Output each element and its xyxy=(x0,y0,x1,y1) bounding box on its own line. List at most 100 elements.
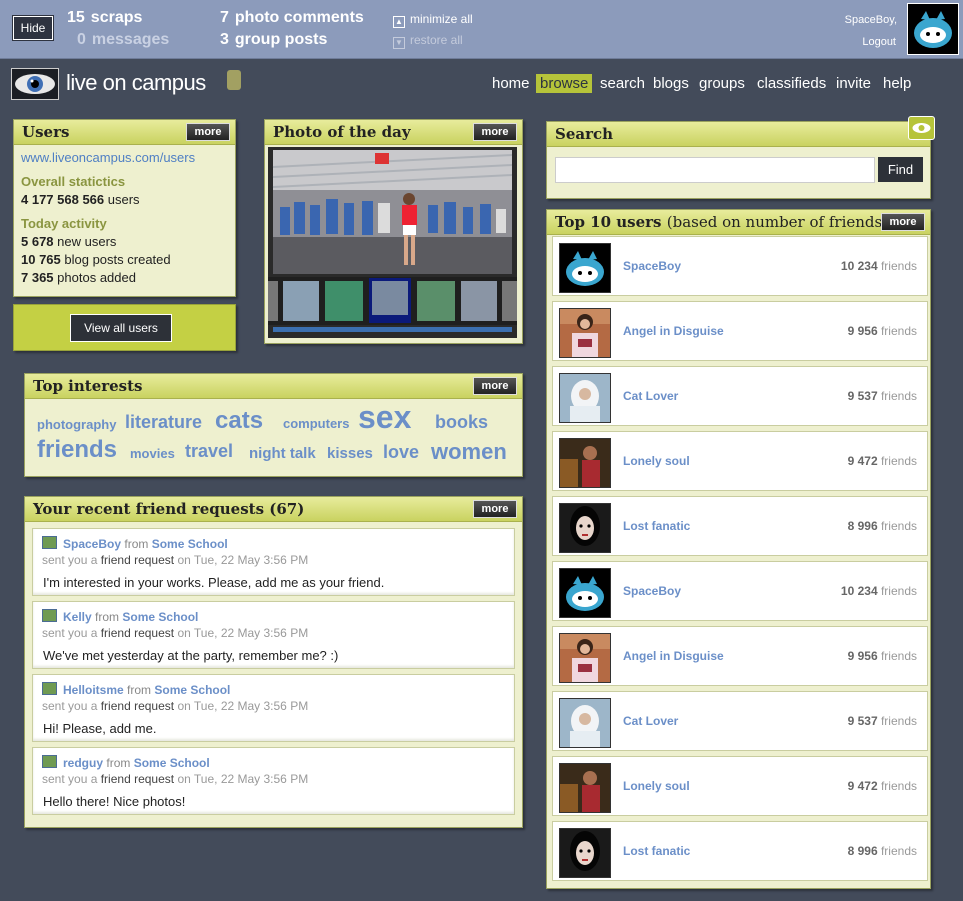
friend-request-card[interactable]: redguy from Some School sent you a frien… xyxy=(32,747,515,815)
interest-tag[interactable]: love xyxy=(383,442,419,463)
photo-more-button[interactable]: more xyxy=(473,123,517,141)
sent-date: on Tue, 22 May 3:56 PM xyxy=(177,553,309,567)
top-user-row[interactable]: Cat Lover 9 537 friends xyxy=(552,691,928,751)
users-more-button[interactable]: more xyxy=(186,123,230,141)
overall-users-line: 4 177 568 566 users xyxy=(21,191,235,209)
request-school-link[interactable]: Some School xyxy=(134,756,210,770)
interest-tag[interactable]: movies xyxy=(130,446,175,461)
top-user-row[interactable]: Lost fanatic 8 996 friends xyxy=(552,496,928,556)
user-avatar[interactable] xyxy=(559,503,611,553)
nav-invite[interactable]: invite xyxy=(836,75,871,92)
user-avatar[interactable] xyxy=(559,568,611,618)
user-avatar[interactable] xyxy=(559,633,611,683)
top-user-name-link[interactable]: Lost fanatic xyxy=(623,844,690,858)
request-school-link[interactable]: Some School xyxy=(154,683,230,697)
new-users-suffix: new users xyxy=(57,234,117,249)
top-user-row[interactable]: SpaceBoy 10 234 friends xyxy=(552,561,928,621)
nav-help[interactable]: help xyxy=(883,75,911,92)
interest-tag-cloud: photography literature cats computers se… xyxy=(25,399,522,476)
interest-tag[interactable]: photography xyxy=(37,417,116,432)
interest-tag[interactable]: travel xyxy=(185,441,233,462)
request-user-link[interactable]: redguy xyxy=(63,756,103,770)
interests-more-button[interactable]: more xyxy=(473,377,517,395)
request-school-link[interactable]: Some School xyxy=(122,610,198,624)
restore-all-link[interactable]: ▼ restore all xyxy=(393,33,463,49)
friend-request-card[interactable]: SpaceBoy from Some School sent you a fri… xyxy=(32,528,515,596)
nav-search[interactable]: search xyxy=(600,75,645,92)
site-logo-text[interactable]: live on campus xyxy=(66,70,206,96)
interest-tag[interactable]: night talk xyxy=(249,445,316,462)
top-user-row[interactable]: Cat Lover 9 537 friends xyxy=(552,366,928,426)
group-posts-link[interactable]: 3 group posts xyxy=(220,31,327,49)
user-avatar[interactable] xyxy=(559,763,611,813)
top-users-panel-title: Top 10 users (based on number of friends… xyxy=(555,213,888,231)
friends-word: friends xyxy=(880,779,917,793)
user-avatar[interactable] xyxy=(559,828,611,878)
request-user-link[interactable]: Helloitsme xyxy=(63,683,124,697)
overall-users-suffix: users xyxy=(107,192,140,207)
interest-tag[interactable]: women xyxy=(431,439,507,465)
interest-tag[interactable]: cats xyxy=(215,407,263,435)
user-avatar[interactable] xyxy=(559,698,611,748)
nav-groups[interactable]: groups xyxy=(699,75,745,92)
top-user-name-link[interactable]: Cat Lover xyxy=(623,389,678,403)
profile-photo-icon xyxy=(42,682,57,695)
user-avatar[interactable] xyxy=(559,308,611,358)
top-user-name-link[interactable]: Lonely soul xyxy=(623,779,690,793)
user-avatar[interactable] xyxy=(559,438,611,488)
nav-home[interactable]: home xyxy=(492,75,530,92)
top-user-row[interactable]: Angel in Disguise 9 956 friends xyxy=(552,301,928,361)
lostfanatic-avatar-icon xyxy=(560,504,610,552)
nav-browse[interactable]: browse xyxy=(536,74,593,93)
top-user-name-link[interactable]: Angel in Disguise xyxy=(623,649,724,663)
users-url-link[interactable]: www.liveoncampus.com/users xyxy=(21,149,235,167)
today-activity-heading: Today activity xyxy=(21,216,107,231)
top-user-row[interactable]: Lonely soul 9 472 friends xyxy=(552,431,928,491)
search-input[interactable] xyxy=(555,157,875,183)
interest-tag[interactable]: computers xyxy=(283,416,349,431)
top-user-name-link[interactable]: SpaceBoy xyxy=(623,584,681,598)
top-user-row[interactable]: Lonely soul 9 472 friends xyxy=(552,756,928,816)
nav-classifieds[interactable]: classifieds xyxy=(757,75,826,92)
logo-eye-icon[interactable] xyxy=(11,68,59,100)
top-user-row[interactable]: Lost fanatic 8 996 friends xyxy=(552,821,928,881)
request-school-link[interactable]: Some School xyxy=(152,537,228,551)
interest-tag[interactable]: kisses xyxy=(327,445,373,462)
hide-button[interactable]: Hide xyxy=(13,16,53,40)
photo-comments-link[interactable]: 7 photo comments xyxy=(220,9,364,27)
find-button[interactable]: Find xyxy=(878,157,923,182)
top-users-more-button[interactable]: more xyxy=(881,213,925,231)
scraps-link[interactable]: 15 scraps xyxy=(67,9,142,27)
request-user-link[interactable]: Kelly xyxy=(63,610,92,624)
requests-panel-header: Your recent friend requests (67) more xyxy=(25,497,522,522)
user-avatar[interactable] xyxy=(559,243,611,293)
top-user-name-link[interactable]: Angel in Disguise xyxy=(623,324,724,338)
requests-more-button[interactable]: more xyxy=(473,500,517,518)
interest-tag[interactable]: literature xyxy=(125,412,202,433)
user-avatar[interactable] xyxy=(559,373,611,423)
profile-photo-icon xyxy=(42,755,57,768)
messages-link[interactable]: 0 messages xyxy=(77,31,169,49)
watch-eye-icon[interactable] xyxy=(908,116,935,140)
logout-link[interactable]: Logout xyxy=(780,36,896,48)
request-user-link[interactable]: SpaceBoy xyxy=(63,537,121,551)
view-all-users-button[interactable]: View all users xyxy=(70,314,172,342)
interest-tag[interactable]: friends xyxy=(37,436,117,464)
top-user-row[interactable]: SpaceBoy 10 234 friends xyxy=(552,236,928,296)
top-user-name-link[interactable]: Cat Lover xyxy=(623,714,678,728)
nav-blogs[interactable]: blogs xyxy=(653,75,689,92)
friends-number: 8 996 xyxy=(847,519,878,533)
minimize-icon: ▲ xyxy=(393,16,405,28)
current-user-avatar[interactable] xyxy=(907,3,959,55)
interest-tag[interactable]: books xyxy=(435,412,488,433)
top-user-name-link[interactable]: SpaceBoy xyxy=(623,259,681,273)
top-user-name-link[interactable]: Lonely soul xyxy=(623,454,690,468)
top-user-row[interactable]: Angel in Disguise 9 956 friends xyxy=(552,626,928,686)
interest-tag[interactable]: sex xyxy=(358,399,411,436)
minimize-all-link[interactable]: ▲ minimize all xyxy=(393,12,473,28)
photo-of-day-image[interactable] xyxy=(268,147,517,338)
friend-request-card[interactable]: Kelly from Some School sent you a friend… xyxy=(32,601,515,669)
friend-request-card[interactable]: Helloitsme from Some School sent you a f… xyxy=(32,674,515,742)
friends-number: 9 472 xyxy=(847,779,878,793)
top-user-name-link[interactable]: Lost fanatic xyxy=(623,519,690,533)
